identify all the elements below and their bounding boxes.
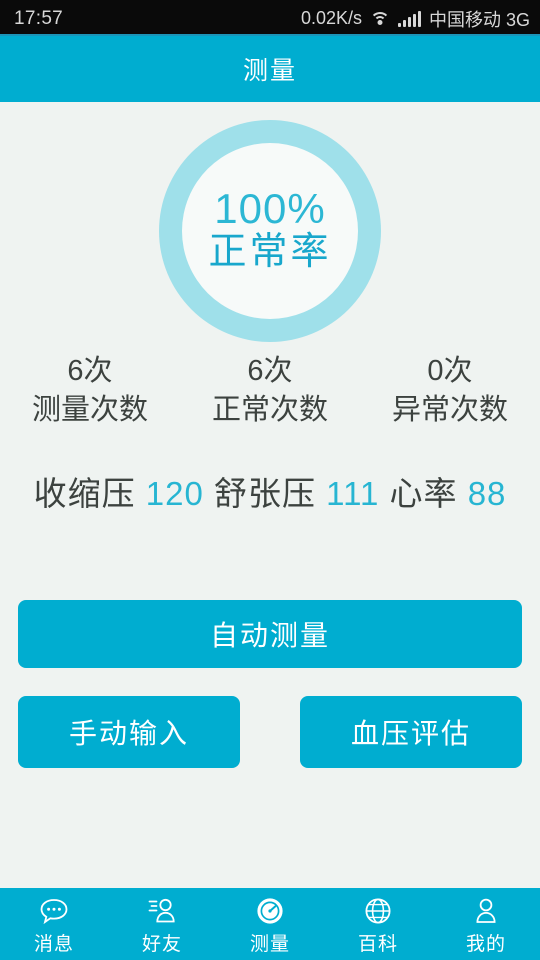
nav-item-label: 测量 bbox=[249, 933, 290, 955]
nav-item-profile[interactable]: 我的 bbox=[432, 888, 540, 960]
nav-item-measure[interactable]: 测量 bbox=[216, 888, 324, 960]
systolic-value: 120 bbox=[145, 475, 204, 512]
phone-screen: 17:57 0.02K/s 中国移动 3G 测量 100% 正常率 6次 测量次… bbox=[0, 0, 540, 960]
wifi-icon bbox=[369, 11, 390, 27]
vitals-summary: 收缩压 120 舒张压 111 心率 88 bbox=[0, 467, 540, 515]
stat-measure-count: 6次 测量次数 bbox=[0, 352, 180, 430]
page-title: 测量 bbox=[242, 57, 297, 85]
diastolic-value: 111 bbox=[326, 475, 380, 512]
nav-item-label: 好友 bbox=[141, 933, 182, 955]
person-icon bbox=[469, 895, 503, 927]
stat-value: 6次 bbox=[67, 355, 113, 387]
stat-abnormal-count: 0次 异常次数 bbox=[360, 352, 540, 430]
friends-person-icon bbox=[145, 895, 179, 927]
carrier-label: 中国移动 3G bbox=[428, 9, 530, 30]
nav-item-label: 百科 bbox=[357, 933, 398, 955]
auto-measure-button[interactable]: 自动测量 bbox=[18, 600, 522, 668]
diastolic-label: 舒张压 bbox=[214, 475, 316, 512]
nav-item-messages[interactable]: 消息 bbox=[0, 888, 108, 960]
status-bar-indicators: 0.02K/s 中国移动 3G bbox=[301, 6, 530, 32]
normal-rate-gauge-inner: 100% 正常率 bbox=[182, 143, 358, 319]
main-content: 100% 正常率 6次 测量次数 6次 正常次数 0次 异常次数 收缩压 120… bbox=[0, 102, 540, 888]
status-bar: 17:57 0.02K/s 中国移动 3G bbox=[0, 0, 540, 34]
bottom-navigation: 消息 好友 测量 百科 我的 bbox=[0, 888, 540, 960]
heartrate-value: 88 bbox=[467, 475, 507, 512]
normal-rate-gauge: 100% 正常率 bbox=[159, 120, 381, 342]
normal-rate-gauge-wrap: 100% 正常率 bbox=[0, 120, 540, 342]
stat-label: 异常次数 bbox=[391, 394, 508, 427]
stat-value: 6次 bbox=[247, 355, 293, 387]
nav-item-label: 消息 bbox=[33, 933, 74, 955]
stats-row: 6次 测量次数 6次 正常次数 0次 异常次数 bbox=[0, 352, 540, 430]
status-bar-clock: 17:57 bbox=[14, 7, 64, 29]
systolic-label: 收缩压 bbox=[33, 475, 136, 512]
normal-rate-percent: 100% bbox=[214, 185, 326, 233]
globe-icon bbox=[361, 895, 395, 927]
stat-normal-count: 6次 正常次数 bbox=[180, 352, 360, 430]
signal-bars-icon bbox=[397, 10, 421, 27]
nav-item-friends[interactable]: 好友 bbox=[108, 888, 216, 960]
heartrate-label: 心率 bbox=[389, 475, 458, 512]
network-speed-text: 0.02K/s bbox=[300, 8, 362, 28]
normal-rate-label: 正常率 bbox=[208, 231, 332, 274]
stat-value: 0次 bbox=[427, 355, 473, 387]
app-header: 测量 bbox=[0, 34, 540, 102]
chat-bubble-icon bbox=[37, 895, 71, 927]
nav-item-label: 我的 bbox=[465, 933, 506, 955]
manual-input-button[interactable]: 手动输入 bbox=[18, 696, 240, 768]
stat-label: 正常次数 bbox=[211, 394, 328, 427]
nav-item-encyclopedia[interactable]: 百科 bbox=[324, 888, 432, 960]
bp-assessment-button[interactable]: 血压评估 bbox=[300, 696, 522, 768]
stat-label: 测量次数 bbox=[31, 394, 148, 427]
gauge-meter-icon bbox=[253, 895, 287, 927]
